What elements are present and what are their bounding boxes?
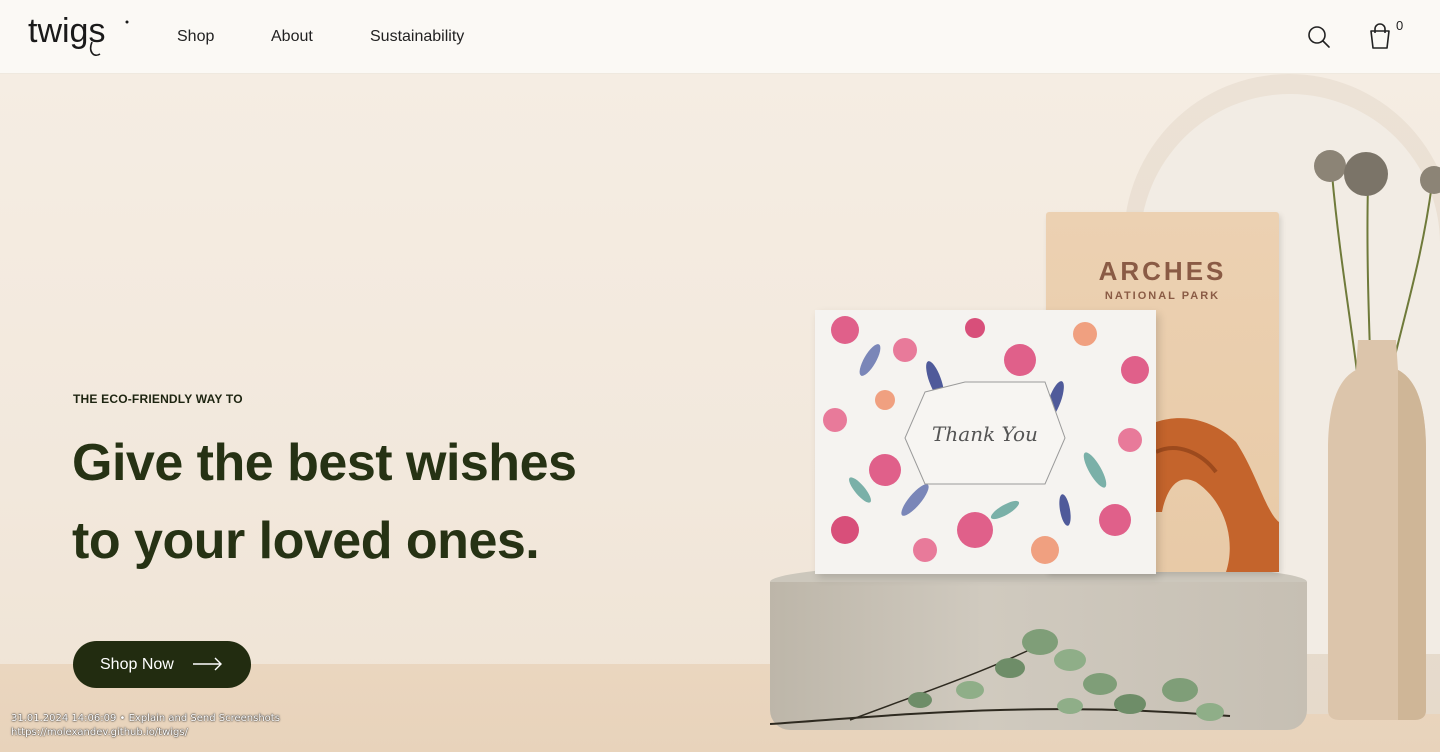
arches-card-subtitle: NATIONAL PARK <box>1104 290 1221 302</box>
ceramic-vase <box>1328 340 1426 720</box>
nav-shop[interactable]: Shop <box>177 0 214 74</box>
watermark-url: https://molexandev.github.io/twigs/ <box>11 727 188 738</box>
logo[interactable]: twigs <box>28 12 132 60</box>
search-icon[interactable] <box>1306 24 1332 50</box>
shop-now-label: Shop Now <box>100 655 174 673</box>
shopping-bag-icon[interactable] <box>1367 22 1393 50</box>
nav-about[interactable]: About <box>271 0 313 74</box>
hero-section: THE ECO-FRIENDLY WAY TO Give the best wi… <box>0 74 1440 752</box>
arrow-right-icon <box>193 657 222 671</box>
screenshot-watermark: 31.01.2024 14:06:09 • Explain and Send S… <box>11 712 280 740</box>
watermark-line1: 31.01.2024 14:06:09 • Explain and Send S… <box>11 713 280 724</box>
nav-sustainability[interactable]: Sustainability <box>370 0 464 74</box>
eucalyptus-branch <box>769 620 1240 732</box>
shop-now-button[interactable]: Shop Now <box>73 641 251 688</box>
hero-eyebrow: THE ECO-FRIENDLY WAY TO <box>73 392 243 406</box>
logo-text: twigs <box>28 12 105 50</box>
hero-headline-line1: Give the best wishes <box>72 434 577 492</box>
hero-headline-line2: to your loved ones. <box>72 512 540 570</box>
thank-you-card: Thank You <box>815 310 1156 574</box>
hero-headline: Give the best wishes to your loved ones. <box>72 424 577 580</box>
nav-about-label: About <box>271 28 313 45</box>
nav-sustainability-label: Sustainability <box>370 28 465 45</box>
nav-shop-label: Shop <box>177 28 215 45</box>
arches-card-title: ARCHES <box>1098 256 1227 286</box>
thank-you-text: Thank You <box>932 422 1038 446</box>
site-header: twigs Shop About Sustainability 0 <box>0 0 1440 74</box>
cart-count-badge: 0 <box>1396 18 1404 33</box>
arch-rock-illustration <box>1156 418 1279 572</box>
